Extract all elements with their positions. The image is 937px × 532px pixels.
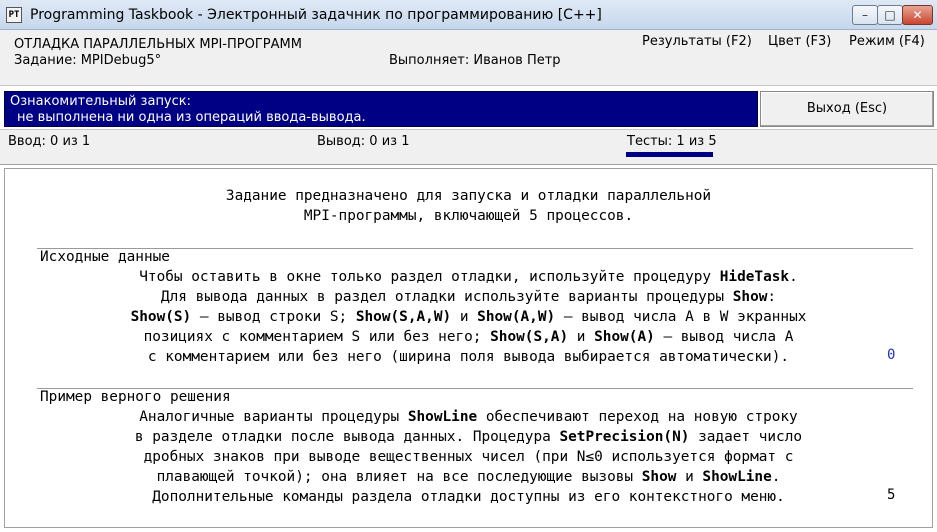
performer-name: Выполняет: Иванов Петр <box>389 53 561 68</box>
input-counter: Ввод: 0 из 1 <box>8 134 91 149</box>
procedure-name: ShowLine <box>407 409 478 425</box>
text-span: в разделе отладки после вывода данных. П… <box>134 429 560 445</box>
text-span: — вывод строки S; <box>191 309 356 325</box>
title-bar: PT Programming Taskbook - Электронный за… <box>0 0 937 30</box>
intro-line-2: MPI-программы, включающей 5 процессов. <box>303 208 634 224</box>
text-span: Дополнительные команды раздела отладки д… <box>152 489 785 505</box>
procedure-name: ShowLine <box>702 469 772 485</box>
minimize-button[interactable]: – <box>852 5 878 25</box>
status-line-2: не выполнена ни одна из операций ввода-в… <box>17 110 366 125</box>
procedure-name: Show(S) <box>130 309 192 325</box>
section-title-solution: Пример верного решения <box>40 389 231 405</box>
procedure-name: Show(A) <box>594 329 655 345</box>
description-line: Для вывода данных в раздел отладки испол… <box>5 287 932 307</box>
text-span: — вывод числа A в W экранных <box>555 309 807 325</box>
text-span: : <box>767 289 777 305</box>
tests-counter: Тесты: 1 из 5 <box>627 134 717 149</box>
app-logo-icon: PT <box>6 7 22 23</box>
text-span: Для вывода данных в раздел отладки испол… <box>160 289 733 305</box>
section-page-number: 5 <box>887 487 896 503</box>
description-line: Show(S) — вывод строки S; Show(S,A,W) и … <box>5 307 932 327</box>
text-span: и <box>676 469 703 485</box>
maximize-button[interactable]: □ <box>877 5 903 25</box>
text-span: плавающей точкой); она влияет на все пос… <box>156 469 642 485</box>
text-span: и <box>568 329 595 345</box>
procedure-name: Show <box>732 289 768 305</box>
mode-menu-item[interactable]: Режим (F4) <box>849 34 925 49</box>
procedure-name: SetPrecision(N) <box>559 429 690 445</box>
description-line: с комментарием или без него (ширина поля… <box>5 347 932 367</box>
procedure-name: Show(S,A) <box>490 329 569 345</box>
text-span: с комментарием или без него (ширина поля… <box>147 349 790 365</box>
task-header: ОТЛАДКА ПАРАЛЛЕЛЬНЫХ MPI-ПРОГРАММ Задани… <box>0 30 937 86</box>
window-title: Programming Taskbook - Электронный задач… <box>30 7 602 23</box>
description-line: Дополнительные команды раздела отладки д… <box>5 487 932 507</box>
close-button[interactable]: ✕ <box>902 5 933 25</box>
text-span: и <box>451 309 478 325</box>
procedure-name: HideTask <box>719 269 790 285</box>
intro-line-1: Задание предназначено для запуска и отла… <box>225 188 712 204</box>
task-description-panel[interactable]: Задание предназначено для запуска и отла… <box>4 168 933 528</box>
text-span: позициях с комментарием S или без него; <box>143 329 491 345</box>
status-line-1: Ознакомительный запуск: <box>10 94 192 109</box>
color-menu-item[interactable]: Цвет (F3) <box>768 34 831 49</box>
section-title-input: Исходные данные <box>40 249 170 265</box>
tests-progress-bar <box>626 152 713 157</box>
description-line: в разделе отладки после вывода данных. П… <box>5 427 932 447</box>
text-span: Чтобы оставить в окне только раздел отла… <box>139 269 720 285</box>
procedure-name: Show(S,A,W) <box>355 309 452 325</box>
text-span: . <box>771 469 781 485</box>
task-group-title: ОТЛАДКА ПАРАЛЛЕЛЬНЫХ MPI-ПРОГРАММ <box>14 37 302 52</box>
description-line: дробных знаков при выводе вещественных ч… <box>5 447 932 467</box>
section-page-number: 0 <box>887 347 896 363</box>
output-counter: Вывод: 0 из 1 <box>317 134 410 149</box>
exit-button[interactable]: Выход (Esc) <box>760 91 934 127</box>
description-line: Чтобы оставить в окне только раздел отла… <box>5 267 932 287</box>
description-line: Аналогичные варианты процедуры ShowLine … <box>5 407 932 427</box>
text-span: Аналогичные варианты процедуры <box>139 409 408 425</box>
procedure-name: Show <box>641 469 677 485</box>
task-id: Задание: MPIDebug5° <box>14 53 162 68</box>
text-span: дробных знаков при выводе вещественных ч… <box>143 449 794 465</box>
text-span: задает число <box>689 429 803 445</box>
results-menu-item[interactable]: Результаты (F2) <box>642 34 752 49</box>
text-span: — вывод числа A <box>654 329 794 345</box>
description-line: позициях с комментарием S или без него; … <box>5 327 932 347</box>
procedure-name: Show(A,W) <box>477 309 556 325</box>
io-counters: Ввод: 0 из 1 Вывод: 0 из 1 Тесты: 1 из 5 <box>0 129 937 165</box>
status-message-box: Ознакомительный запуск: не выполнена ни … <box>4 91 758 127</box>
text-span: обеспечивают переход на новую строку <box>477 409 798 425</box>
description-line: плавающей точкой); она влияет на все пос… <box>5 467 932 487</box>
text-span: . <box>789 269 798 285</box>
